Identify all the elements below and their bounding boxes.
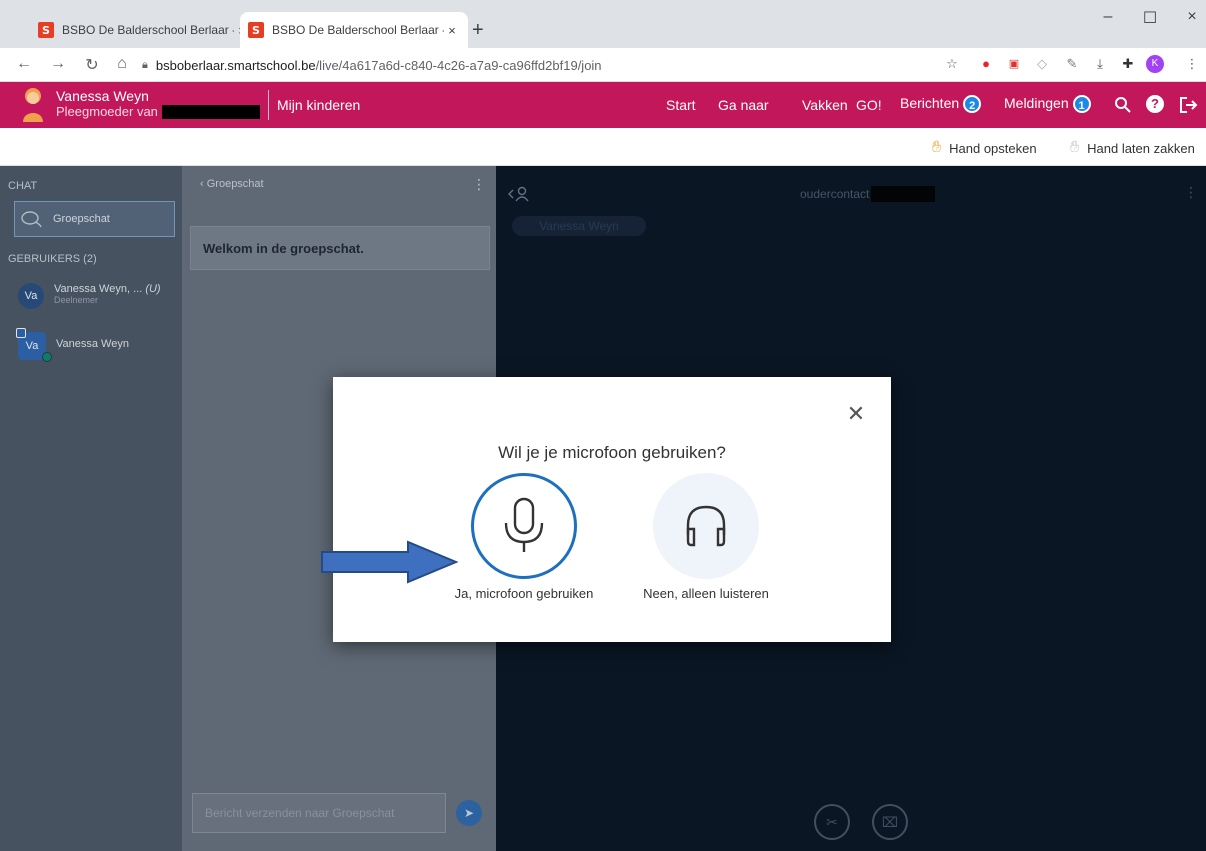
smartschool-favicon-icon: S bbox=[248, 22, 264, 38]
header-divider bbox=[268, 90, 269, 120]
raise-hand-button[interactable]: ✋︎ Hand opsteken bbox=[932, 139, 1037, 157]
browser-tab[interactable]: S BSBO De Balderschool Berlaar - S × bbox=[30, 12, 258, 48]
tool-extension-icon[interactable]: ✎ bbox=[1062, 54, 1082, 74]
berichten-label: Berichten bbox=[900, 95, 960, 111]
opera-extension-icon[interactable]: ● bbox=[976, 54, 996, 74]
nav-ga-naar[interactable]: Ga naar bbox=[718, 97, 769, 113]
back-icon[interactable]: ← bbox=[14, 55, 34, 73]
close-icon[interactable]: ✕ bbox=[846, 401, 866, 427]
profile-avatar[interactable]: K bbox=[1146, 55, 1164, 73]
maximize-button[interactable]: ☐ bbox=[1130, 8, 1170, 28]
modal-question: Wil je je microfoon gebruiken? bbox=[498, 443, 726, 462]
search-icon[interactable] bbox=[1114, 96, 1132, 114]
extension-icon[interactable]: ◇ bbox=[1032, 54, 1052, 74]
nav-go[interactable]: GO! bbox=[856, 97, 882, 113]
user-name: Vanessa Weyn bbox=[56, 88, 149, 104]
smartschool-favicon-icon: S bbox=[38, 22, 54, 38]
redacted-box bbox=[161, 105, 260, 119]
listen-only-button[interactable] bbox=[653, 473, 759, 579]
lower-hand-label: Hand laten zakken bbox=[1087, 140, 1195, 156]
close-tab-icon[interactable]: × bbox=[444, 23, 460, 38]
microphone-icon bbox=[504, 497, 544, 552]
url-host: bsboberlaar.smartschool.be bbox=[155, 57, 316, 73]
home-icon[interactable]: ⌂ bbox=[112, 55, 132, 73]
nav-meldingen[interactable]: Meldingen 1 bbox=[1004, 95, 1091, 114]
raise-hand-label: Hand opsteken bbox=[949, 140, 1037, 156]
menu-kebab-icon[interactable]: ⋮ bbox=[1182, 54, 1202, 74]
new-tab-button[interactable]: + bbox=[472, 20, 484, 40]
listen-only-label: Neen, alleen luisteren bbox=[643, 586, 769, 601]
tab-title: BSBO De Balderschool Berlaar - S bbox=[272, 23, 444, 37]
berichten-count-badge: 2 bbox=[963, 95, 982, 114]
mijn-kinderen-link[interactable]: Mijn kinderen bbox=[277, 97, 360, 113]
nav-start[interactable]: Start bbox=[666, 97, 696, 113]
audio-choice-modal bbox=[333, 377, 891, 642]
use-microphone-button[interactable] bbox=[471, 473, 577, 579]
url-field[interactable]: 🔒︎ bsboberlaar.smartschool.be/live/4a617… bbox=[142, 52, 962, 78]
logout-icon[interactable] bbox=[1178, 95, 1198, 115]
forward-icon[interactable]: → bbox=[48, 55, 68, 73]
puzzle-extensions-icon[interactable]: ✚ bbox=[1118, 54, 1138, 74]
minimize-button[interactable]: – bbox=[1088, 8, 1128, 26]
close-window-button[interactable]: × bbox=[1172, 8, 1206, 26]
user-role: Pleegmoeder van bbox=[56, 104, 260, 120]
user-role-text: Pleegmoeder van bbox=[56, 104, 158, 119]
use-microphone-label: Ja, microfoon gebruiken bbox=[454, 586, 594, 601]
user-avatar[interactable] bbox=[22, 86, 44, 124]
tab-title: BSBO De Balderschool Berlaar - S bbox=[62, 23, 234, 37]
nav-berichten[interactable]: Berichten 2 bbox=[900, 95, 982, 114]
lock-icon: 🔒︎ bbox=[142, 58, 148, 71]
nav-vakken[interactable]: Vakken bbox=[802, 97, 848, 113]
url-path: /live/4a617a6d-c840-4c26-a7a9-ca96ffd2bf… bbox=[315, 57, 602, 73]
meldingen-count-badge: 1 bbox=[1072, 95, 1091, 114]
raised-hand-icon: ✋︎ bbox=[932, 139, 942, 156]
lower-hand-icon: ✋︎ bbox=[1070, 139, 1080, 156]
bookmark-star-icon[interactable]: ☆ bbox=[942, 54, 962, 74]
lower-hand-button[interactable]: ✋︎ Hand laten zakken bbox=[1070, 139, 1195, 157]
reload-icon[interactable]: ↻ bbox=[82, 55, 102, 75]
video-extension-icon[interactable]: ▣ bbox=[1004, 54, 1024, 74]
browser-tab-active[interactable]: S BSBO De Balderschool Berlaar - S × bbox=[240, 12, 468, 48]
help-icon[interactable]: ? bbox=[1146, 95, 1164, 113]
download-icon[interactable]: ⤓ bbox=[1090, 54, 1110, 74]
annotation-arrow-icon bbox=[321, 540, 459, 584]
meldingen-label: Meldingen bbox=[1004, 95, 1069, 111]
headphones-icon bbox=[686, 505, 726, 547]
